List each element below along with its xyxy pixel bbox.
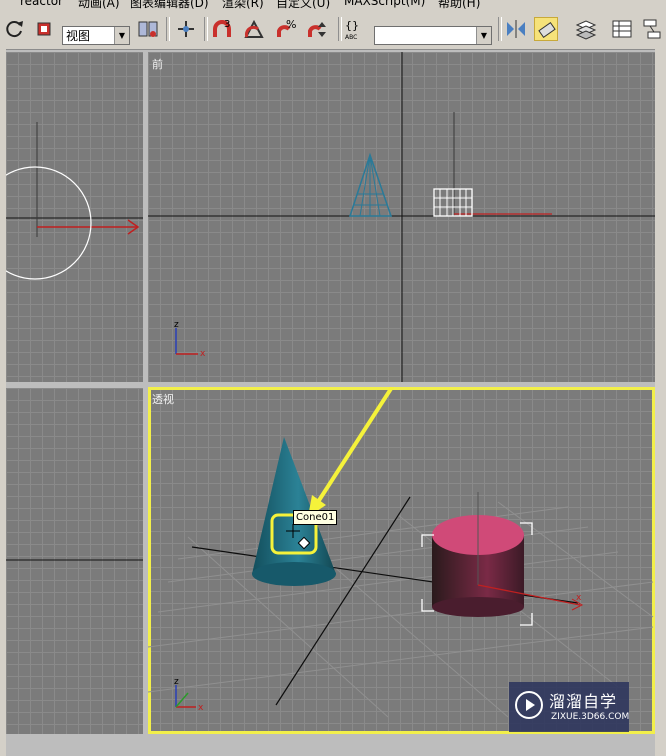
axis-x-label: x [200, 349, 206, 359]
layer-manager-icon[interactable] [574, 17, 598, 41]
watermark-title: 溜溜自学 [549, 692, 618, 711]
object-name-tooltip: Cone01 [293, 510, 338, 525]
toolbar-separator [338, 17, 342, 41]
chevron-down-icon: ▼ [114, 27, 129, 44]
axis-x-label: x [576, 593, 582, 603]
mirror-icon[interactable] [504, 17, 528, 41]
snap-3-icon[interactable]: 3 [210, 17, 234, 41]
menu-graph-editors[interactable]: 图表编辑器(D) [130, 0, 209, 9]
axis-tripod-y [175, 692, 189, 708]
cone-base [252, 562, 336, 586]
axis-z-label: z [174, 677, 179, 687]
spinner-snap-icon[interactable] [306, 17, 330, 41]
svg-text:3: 3 [224, 19, 230, 30]
menu-customize[interactable]: 自定义(U) [276, 0, 330, 9]
view-dropdown-value: 视图 [66, 29, 91, 43]
command-panel-edge[interactable] [655, 49, 666, 756]
svg-text:ABC: ABC [345, 34, 357, 41]
menu-bar: reactor 动画(A) 图表编辑器(D) 渲染(R) 自定义(U) MAXS… [0, 0, 666, 9]
toolbar-separator [498, 17, 502, 41]
watermark-subtitle: ZIXUE.3D66.COM [551, 712, 630, 722]
named-selection-combo[interactable]: ▼ [374, 26, 492, 45]
manipulate-icon[interactable] [174, 17, 198, 41]
axis-z-label: z [174, 320, 179, 330]
percent-snap-icon[interactable]: % [274, 17, 298, 41]
axis-x-label: x [198, 703, 204, 713]
select-region-icon[interactable] [32, 17, 56, 41]
menu-maxscript[interactable]: MAXScript(M) [344, 0, 425, 8]
align-icon[interactable] [534, 17, 558, 41]
viewport-bottom-left[interactable] [6, 388, 143, 734]
circle-shape[interactable] [6, 166, 92, 280]
named-selection-icon[interactable]: {} ABC [344, 17, 368, 41]
toolbar-separator [166, 17, 170, 41]
redo-icon[interactable] [2, 17, 26, 41]
pivot-icon[interactable] [136, 17, 160, 41]
watermark: 溜溜自学 ZIXUE.3D66.COM [509, 682, 629, 732]
viewport-front[interactable]: 前 z x [148, 52, 655, 382]
menu-help[interactable]: 帮助(H) [438, 0, 480, 9]
menu-reactor[interactable]: reactor [20, 0, 63, 8]
toolbar-separator [204, 17, 208, 41]
angle-snap-icon[interactable] [242, 17, 266, 41]
chevron-down-icon: ▼ [476, 27, 491, 44]
menu-animation[interactable]: 动画(A) [78, 0, 120, 9]
viewport-top-left[interactable] [6, 52, 143, 382]
schematic-view-icon[interactable] [640, 17, 664, 41]
main-toolbar: 视图 ▼ 3 % {} ABC ▼ [0, 9, 666, 50]
play-logo-icon [515, 691, 543, 719]
annotation-arrow [314, 387, 395, 507]
svg-text:{}: {} [345, 19, 359, 32]
menu-rendering[interactable]: 渲染(R) [222, 0, 264, 9]
svg-text:%: % [286, 18, 296, 31]
view-dropdown[interactable]: 视图 ▼ [62, 26, 130, 45]
curve-editor-icon[interactable] [610, 17, 634, 41]
